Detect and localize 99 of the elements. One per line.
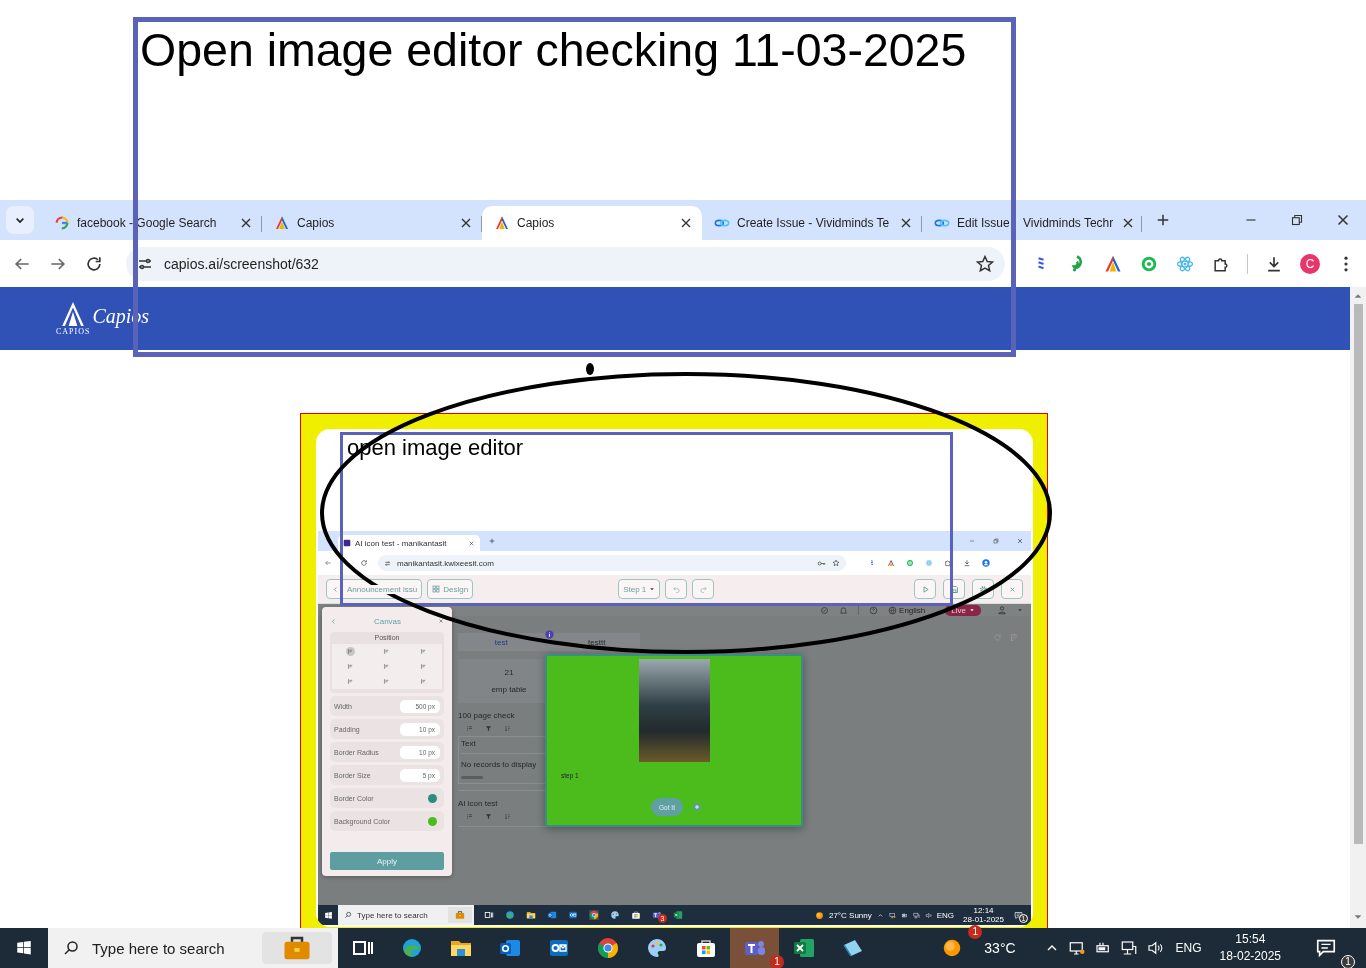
clock-time[interactable]: 15:54 [1235, 931, 1266, 948]
undo-icon [671, 584, 681, 594]
tab-list-button[interactable] [6, 206, 34, 234]
search-field[interactable]: Type here to search [338, 905, 474, 925]
spreadsheet-icon[interactable] [791, 936, 816, 960]
live-dropdown[interactable]: Live [945, 604, 981, 616]
network-icon[interactable] [1119, 939, 1138, 957]
scrollbar-thumb[interactable] [461, 776, 483, 779]
key-icon[interactable] [817, 558, 826, 568]
settings-icon [978, 584, 988, 594]
speaker-icon[interactable] [1145, 939, 1164, 957]
chevron-left-icon [332, 585, 339, 593]
weather-text: 27°C Sunny [828, 910, 872, 920]
close-button[interactable] [1001, 579, 1023, 599]
folder-icon[interactable] [526, 910, 536, 920]
save-button[interactable] [943, 579, 965, 599]
browser-icon[interactable] [505, 910, 515, 920]
browser-tab[interactable]: Edit Issue Vividminds Techr [922, 206, 1142, 240]
address-bar[interactable]: manikantasit.kwixeesit.com [378, 555, 846, 571]
color-swatch[interactable] [428, 816, 437, 826]
panel-title: Canvas [373, 616, 402, 626]
info-icon [544, 629, 554, 639]
weather-text: 33°C [984, 940, 1016, 956]
user-icon[interactable] [997, 605, 1007, 615]
check-circle-icon[interactable] [820, 605, 830, 615]
google-icon [54, 215, 70, 231]
new-tab-icon[interactable] [488, 537, 496, 545]
logo-caption: CAPIOS [56, 327, 91, 336]
align-icon[interactable] [345, 662, 355, 671]
battery-icon[interactable] [900, 911, 908, 919]
globe-icon [888, 605, 898, 615]
sun-icon[interactable] [814, 910, 824, 920]
palette-icon[interactable] [610, 910, 620, 920]
align-icon[interactable] [345, 677, 355, 686]
address-bar[interactable]: capios.ai/screenshot/632 [126, 246, 1005, 281]
browser-tab[interactable]: AI icon test - manikantasit [338, 535, 480, 551]
display-icon[interactable] [1067, 939, 1086, 957]
browser-icon[interactable] [589, 910, 599, 920]
windows-logo-icon [15, 939, 33, 957]
search-icon [62, 939, 80, 957]
caret-icon [969, 607, 975, 613]
redo-icon [698, 584, 708, 594]
stripe-icon[interactable] [868, 559, 876, 567]
shopping-bag-icon[interactable] [631, 910, 641, 920]
page-tab[interactable]: testtt [553, 637, 640, 647]
display-icon[interactable] [888, 911, 896, 919]
team-chat-icon[interactable] [652, 910, 662, 920]
empty-message: No records to display [461, 760, 538, 770]
language-indicator[interactable]: ENG [936, 910, 955, 920]
star-icon[interactable] [975, 253, 995, 274]
search-field[interactable]: Type here to search [48, 928, 338, 968]
puzzle-icon[interactable] [944, 559, 952, 567]
url-text: capios.ai/screenshot/632 [164, 255, 320, 272]
url-text: manikantasit.kwixeesit.com [397, 558, 495, 568]
clock-date[interactable]: 18-02-2025 [1219, 948, 1281, 965]
clock-date[interactable]: 28-01-2025 [963, 915, 1004, 924]
search-icon [344, 911, 352, 919]
notification-icon[interactable] [1314, 937, 1337, 959]
mail-app-icon[interactable] [568, 910, 578, 920]
avatar-icon[interactable] [982, 559, 990, 567]
browser-tab[interactable]: Capios [482, 206, 702, 240]
tent-logo-icon [274, 215, 290, 231]
tent-logo-icon[interactable] [887, 559, 895, 567]
star-icon[interactable] [832, 559, 840, 567]
help-icon[interactable] [869, 605, 879, 615]
caret-icon [649, 586, 656, 592]
note-title: Open image editor checking 11-03-2025 [140, 24, 967, 76]
square-favicon-icon [343, 539, 351, 547]
language-indicator[interactable]: ENG [1175, 941, 1202, 955]
notification-badge: 1 [1341, 955, 1355, 968]
windows-logo-icon [323, 910, 333, 920]
browser-tab[interactable]: Create Issue - Vividminds Te [702, 206, 922, 240]
task-view-icon[interactable] [484, 910, 494, 920]
stat-label: emp table [491, 685, 527, 694]
align-icon[interactable] [345, 647, 355, 656]
notification-icon[interactable] [1014, 910, 1023, 920]
grid-icon [432, 585, 441, 593]
dot-annotation [586, 363, 594, 375]
browser-tab[interactable]: facebook - Google Search [42, 206, 262, 240]
notification-badge: 1 [770, 955, 784, 968]
stat-value: 21 [504, 668, 514, 677]
browser-tab[interactable]: Capios [262, 206, 482, 240]
browser-icon[interactable] [595, 936, 620, 960]
caret-icon[interactable] [1017, 607, 1023, 613]
widget-title: 100 page check [458, 711, 516, 721]
filter-icon[interactable] [485, 725, 492, 732]
language-selector[interactable]: English [888, 605, 926, 615]
mail-app-icon[interactable] [547, 910, 557, 920]
play-icon [920, 584, 930, 594]
filter-icon[interactable] [485, 813, 492, 820]
widget-title: AI icon test [458, 799, 499, 809]
profile-avatar[interactable]: C [1300, 253, 1320, 274]
scrollbar-thumb[interactable] [1353, 304, 1363, 844]
spreadsheet-icon[interactable] [673, 910, 683, 920]
color-swatch[interactable] [428, 793, 437, 803]
notification-badge: 1 [968, 925, 983, 939]
tent-logo-icon [494, 215, 510, 231]
clock-time[interactable]: 12:14 [973, 906, 994, 915]
scrollbar-track[interactable] [1350, 287, 1366, 928]
